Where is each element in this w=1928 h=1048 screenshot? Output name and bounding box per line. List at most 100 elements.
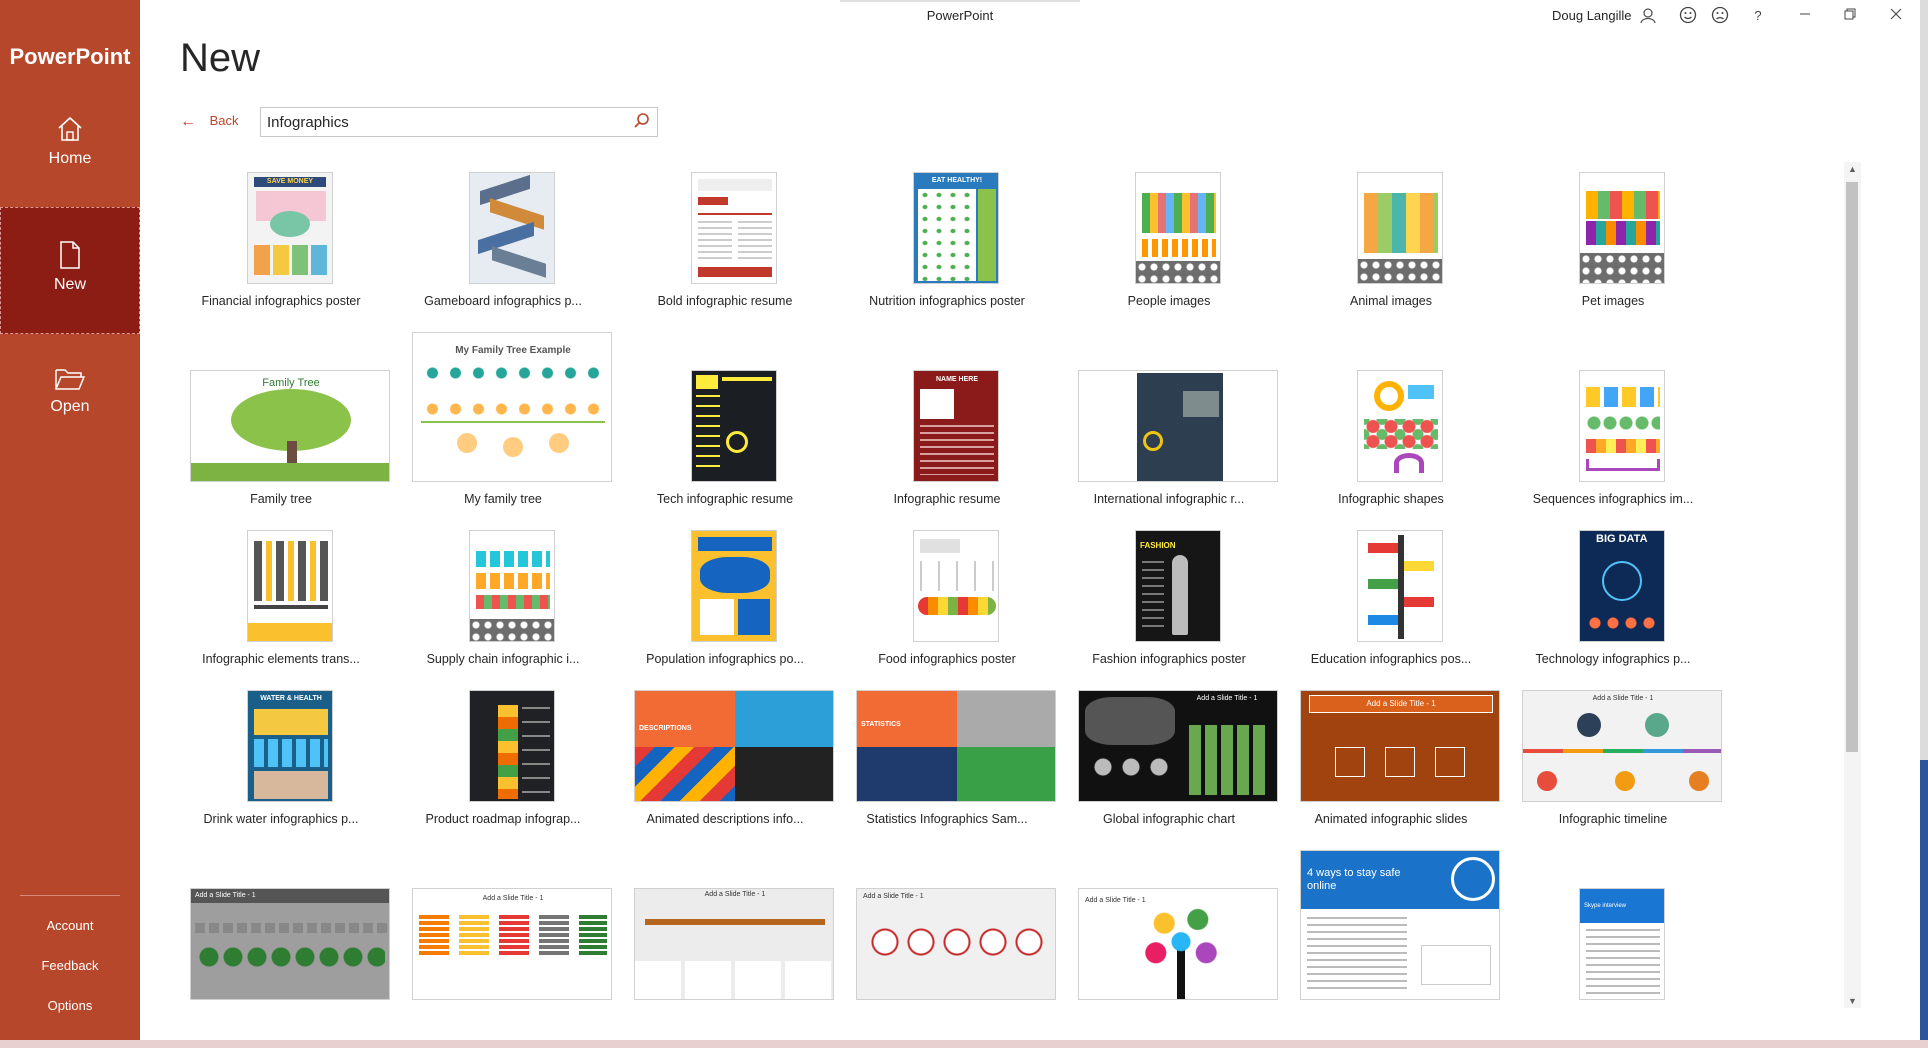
- template-tile[interactable]: Add a Slide Title - 1: [408, 850, 612, 1000]
- template-tile[interactable]: Infographic shapes: [1296, 332, 1496, 512]
- titlebar-tab-indicator: [840, 0, 1080, 2]
- template-tile[interactable]: Education infographics pos...: [1296, 530, 1496, 670]
- options-link[interactable]: Options: [0, 998, 140, 1013]
- avatar-icon[interactable]: [1636, 6, 1660, 26]
- thumb-caption: BIG DATA: [1596, 533, 1648, 545]
- template-tile[interactable]: Add a Slide Title - 1: [630, 850, 834, 1000]
- template-tile[interactable]: Sequences infographics im...: [1518, 332, 1718, 512]
- template-thumbnail: [1357, 370, 1443, 482]
- template-tile[interactable]: People images: [1074, 172, 1274, 312]
- template-thumbnail: [469, 690, 555, 802]
- template-tile[interactable]: Add a Slide Title - 1 Global infographic…: [1074, 690, 1278, 830]
- template-tile[interactable]: STATISTICS Statistics Infographics Sam..…: [852, 690, 1056, 830]
- template-thumbnail: [1579, 370, 1665, 482]
- template-tile[interactable]: Population infographics po...: [630, 530, 830, 670]
- scroll-down-icon[interactable]: ▼: [1844, 994, 1861, 1008]
- template-tile[interactable]: Add a Slide Title - 1 Infographic timeli…: [1518, 690, 1722, 830]
- frown-icon[interactable]: [1708, 6, 1732, 26]
- template-thumbnail: WATER & HEALTH: [247, 690, 333, 802]
- scroll-thumb[interactable]: [1846, 182, 1858, 752]
- template-tile[interactable]: Product roadmap infograp...: [408, 690, 608, 830]
- back-arrow-icon: ←: [180, 113, 196, 130]
- template-thumbnail: [1357, 172, 1443, 284]
- template-thumbnail: [1078, 370, 1278, 482]
- template-label: Family tree: [250, 492, 312, 506]
- template-tile[interactable]: Add a Slide Title - 1: [1074, 850, 1278, 1000]
- search-button[interactable]: [633, 112, 653, 132]
- thumb-caption: SAVE MONEY: [254, 177, 326, 187]
- template-tile[interactable]: Bold infographic resume: [630, 172, 830, 312]
- restore-icon[interactable]: [1838, 6, 1862, 26]
- help-icon[interactable]: ?: [1746, 6, 1770, 26]
- template-tile[interactable]: SAVE MONEY Financial infographics poster: [186, 172, 386, 312]
- template-tile[interactable]: Food infographics poster: [852, 530, 1052, 670]
- template-tile[interactable]: Skype interview: [1518, 850, 1718, 1000]
- template-tile[interactable]: FASHION Fashion infographics poster: [1074, 530, 1274, 670]
- thumb-caption: Add a Slide Title - 1: [1196, 695, 1258, 702]
- search-icon: [634, 113, 649, 128]
- template-thumbnail: BIG DATA: [1579, 530, 1665, 642]
- template-tile[interactable]: EAT HEALTHY! Nutrition infographics post…: [852, 172, 1052, 312]
- template-thumbnail: [469, 530, 555, 642]
- template-label: Education infographics pos...: [1310, 652, 1472, 666]
- thumb-caption: STATISTICS: [861, 721, 901, 728]
- template-tile[interactable]: Supply chain infographic i...: [408, 530, 608, 670]
- home-icon: [58, 116, 82, 141]
- template-thumbnail: My Family Tree Example: [412, 332, 612, 482]
- template-thumbnail: Add a Slide Title - 1: [412, 888, 612, 1000]
- template-tile[interactable]: Gameboard infographics p...: [408, 172, 608, 312]
- template-tile[interactable]: Infographic elements trans...: [186, 530, 386, 670]
- template-tile[interactable]: 4 ways to stay safe online: [1296, 850, 1500, 1000]
- template-label: Technology infographics p...: [1535, 652, 1691, 666]
- template-tile[interactable]: Pet images: [1518, 172, 1718, 312]
- backstage-sidebar: PowerPoint Home New Open Account Feedbac…: [0, 0, 140, 1040]
- window-title: PowerPoint: [926, 8, 994, 23]
- back-button[interactable]: ← Back: [180, 113, 239, 131]
- template-thumbnail: Family Tree: [190, 370, 390, 482]
- template-label: Statistics Infographics Sam...: [866, 812, 1028, 826]
- template-label: Product roadmap infograp...: [425, 812, 581, 826]
- template-label: Pet images: [1581, 294, 1645, 308]
- template-tile[interactable]: Tech infographic resume: [630, 332, 830, 512]
- template-tile[interactable]: DESCRIPTIONS Animated descriptions info.…: [630, 690, 834, 830]
- template-label: Infographic shapes: [1338, 492, 1444, 506]
- template-tile[interactable]: My Family Tree Example My family tree: [408, 332, 612, 512]
- template-tile[interactable]: WATER & HEALTH Drink water infographics …: [186, 690, 386, 830]
- template-thumbnail: [691, 530, 777, 642]
- feedback-link[interactable]: Feedback: [0, 958, 140, 973]
- template-tile[interactable]: Add a Slide Title - 1: [852, 850, 1056, 1000]
- nav-new[interactable]: New: [0, 207, 140, 334]
- nav-home[interactable]: Home: [0, 108, 140, 208]
- template-tile[interactable]: BIG DATA Technology infographics p...: [1518, 530, 1718, 670]
- template-tile[interactable]: Add a Slide Title - 1: [186, 850, 390, 1000]
- template-tile[interactable]: International infographic r...: [1074, 332, 1278, 512]
- thumb-caption: EAT HEALTHY!: [931, 177, 983, 184]
- user-name[interactable]: Doug Langille: [1552, 8, 1632, 23]
- template-thumbnail: Add a Slide Title - 1: [190, 888, 390, 1000]
- search-input[interactable]: [267, 113, 617, 131]
- minimize-icon[interactable]: [1793, 6, 1817, 26]
- thumb-caption: 4 ways to stay safe online: [1307, 867, 1401, 892]
- template-label: Drink water infographics p...: [203, 812, 359, 826]
- nav-home-label: Home: [48, 150, 92, 167]
- smiley-icon[interactable]: [1676, 6, 1700, 26]
- account-link[interactable]: Account: [0, 918, 140, 933]
- template-tile[interactable]: Add a Slide Title - 1 Animated infograph…: [1296, 690, 1500, 830]
- new-document-icon: [60, 241, 80, 269]
- scroll-up-icon[interactable]: ▲: [1844, 162, 1861, 176]
- thumb-caption: My Family Tree Example: [455, 345, 571, 356]
- template-thumbnail: STATISTICS: [856, 690, 1056, 802]
- template-tile[interactable]: Animal images: [1296, 172, 1496, 312]
- thumb-caption: Add a Slide Title - 1: [482, 895, 544, 902]
- template-scrollbar[interactable]: ▲ ▼: [1844, 162, 1861, 1008]
- template-tile[interactable]: NAME HERE Infographic resume: [852, 332, 1052, 512]
- template-thumbnail: [1579, 172, 1665, 284]
- template-label: Global infographic chart: [1102, 812, 1236, 826]
- nav-open[interactable]: Open: [0, 356, 140, 456]
- close-icon[interactable]: [1884, 6, 1908, 26]
- search-box[interactable]: [260, 107, 658, 137]
- thumb-caption: Add a Slide Title - 1: [1592, 695, 1654, 702]
- template-tile[interactable]: Family Tree Family tree: [186, 332, 390, 512]
- template-thumbnail: Add a Slide Title - 1: [634, 888, 834, 1000]
- template-thumbnail: [691, 172, 777, 284]
